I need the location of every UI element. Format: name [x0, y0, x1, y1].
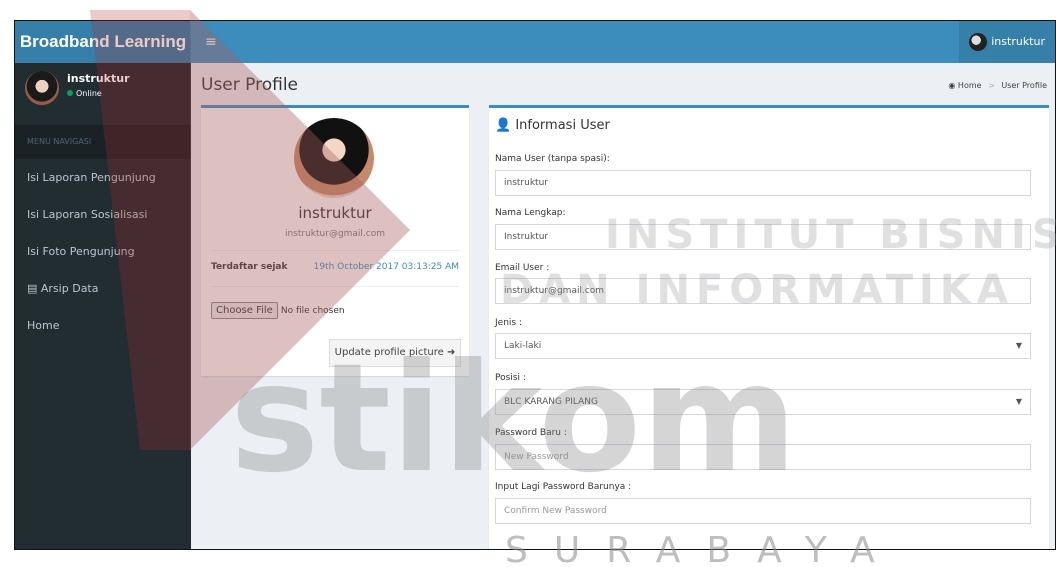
user-menu-name: instruktur	[991, 35, 1045, 48]
page-title: User Profile	[201, 75, 299, 95]
breadcrumb-current: User Profile	[1001, 81, 1047, 90]
sidebar-username: instruktur	[67, 72, 130, 85]
gender-label: Jenis :	[495, 318, 522, 328]
position-select[interactable]: BLC KARANG PILANG ▼	[495, 389, 1031, 415]
sidebar-header: MENU NAVIGASI	[15, 125, 191, 159]
sidebar-item-home[interactable]: Home	[15, 307, 191, 344]
divider	[211, 250, 459, 251]
new-password-label: Password Baru :	[495, 428, 567, 438]
file-status: No file chosen	[280, 305, 345, 316]
profile-email: instruktur@gmail.com	[284, 229, 386, 239]
status-text: Online	[76, 89, 102, 98]
update-button-label: Update profile picture	[334, 347, 444, 358]
sidebar-user-panel: instruktur Online	[15, 63, 191, 115]
confirm-password-label: Input Lagi Password Barunya :	[495, 482, 632, 492]
profile-picture	[294, 118, 374, 198]
choose-file-button[interactable]: Choose File	[211, 302, 278, 319]
sidebar-item-foto-pengunjung[interactable]: Isi Foto Pengunjung	[15, 233, 191, 270]
dropdown-caret-icon: ▼	[1015, 397, 1022, 406]
divider	[211, 286, 459, 287]
sidebar-avatar	[25, 71, 59, 105]
app-window: Broadband Learning ≡ instruktur instrukt…	[14, 20, 1056, 550]
user-info-box: 👤 Informasi User Nama User (tanpa spasi)…	[489, 105, 1049, 549]
arrow-circle-icon: ➜	[446, 347, 456, 358]
email-label: Email User :	[495, 263, 550, 273]
dropdown-caret-icon: ▼	[1015, 341, 1022, 350]
sidebar-item-label: Arsip Data	[40, 282, 99, 295]
sidebar-item-laporan-pengunjung[interactable]: Isi Laporan Pengunjung	[15, 159, 191, 196]
archive-icon: ▤	[27, 282, 38, 295]
profile-box: instruktur instruktur@gmail.com Terdafta…	[201, 105, 469, 376]
sidebar-item-arsip-data[interactable]: ▤ Arsip Data	[15, 270, 191, 307]
top-navbar: ≡ instruktur	[191, 21, 1055, 63]
breadcrumb: ◉ Home > User Profile	[948, 81, 1047, 90]
profile-name: instruktur	[298, 204, 372, 222]
breadcrumb-home[interactable]: Home	[958, 81, 982, 90]
email-input[interactable]: instruktur@gmail.com	[495, 278, 1031, 304]
position-value: BLC KARANG PILANG	[504, 397, 599, 407]
breadcrumb-separator: >	[988, 81, 995, 90]
update-profile-picture-button[interactable]: Update profile picture ➜	[329, 339, 461, 367]
info-title: 👤 Informasi User	[495, 118, 610, 133]
position-label: Posisi :	[495, 373, 526, 383]
dashboard-icon: ◉	[948, 81, 956, 90]
brand-logo[interactable]: Broadband Learning	[15, 21, 191, 63]
sidebar-item-laporan-sosialisasi[interactable]: Isi Laporan Sosialisasi	[15, 196, 191, 233]
main-content: User Profile ◉ Home > User Profile instr…	[191, 63, 1055, 549]
user-avatar-icon	[969, 33, 988, 51]
online-dot-icon	[67, 90, 73, 96]
fullname-label: Nama Lengkap:	[495, 208, 566, 218]
gender-value: Laki-laki	[504, 341, 542, 351]
user-menu[interactable]: instruktur	[959, 21, 1055, 63]
registered-since-label: Terdaftar sejak	[211, 262, 288, 272]
file-input[interactable]: Choose File No file chosen	[211, 302, 345, 319]
sidebar-toggle-icon[interactable]: ≡	[205, 34, 217, 50]
new-password-input[interactable]: New Password	[495, 444, 1031, 470]
sidebar: instruktur Online MENU NAVIGASI Isi Lapo…	[15, 63, 191, 549]
user-icon: 👤	[495, 118, 512, 133]
fullname-input[interactable]: Instruktur	[495, 224, 1031, 250]
registered-since-value: 19th October 2017 03:13:25 AM	[313, 262, 459, 272]
sidebar-status: Online	[67, 89, 102, 98]
username-input[interactable]: instruktur	[495, 170, 1031, 196]
info-title-text: Informasi User	[515, 118, 610, 133]
username-label: Nama User (tanpa spasi):	[495, 154, 610, 164]
gender-select[interactable]: Laki-laki ▼	[495, 333, 1031, 359]
confirm-password-input[interactable]: Confirm New Password	[495, 498, 1031, 524]
